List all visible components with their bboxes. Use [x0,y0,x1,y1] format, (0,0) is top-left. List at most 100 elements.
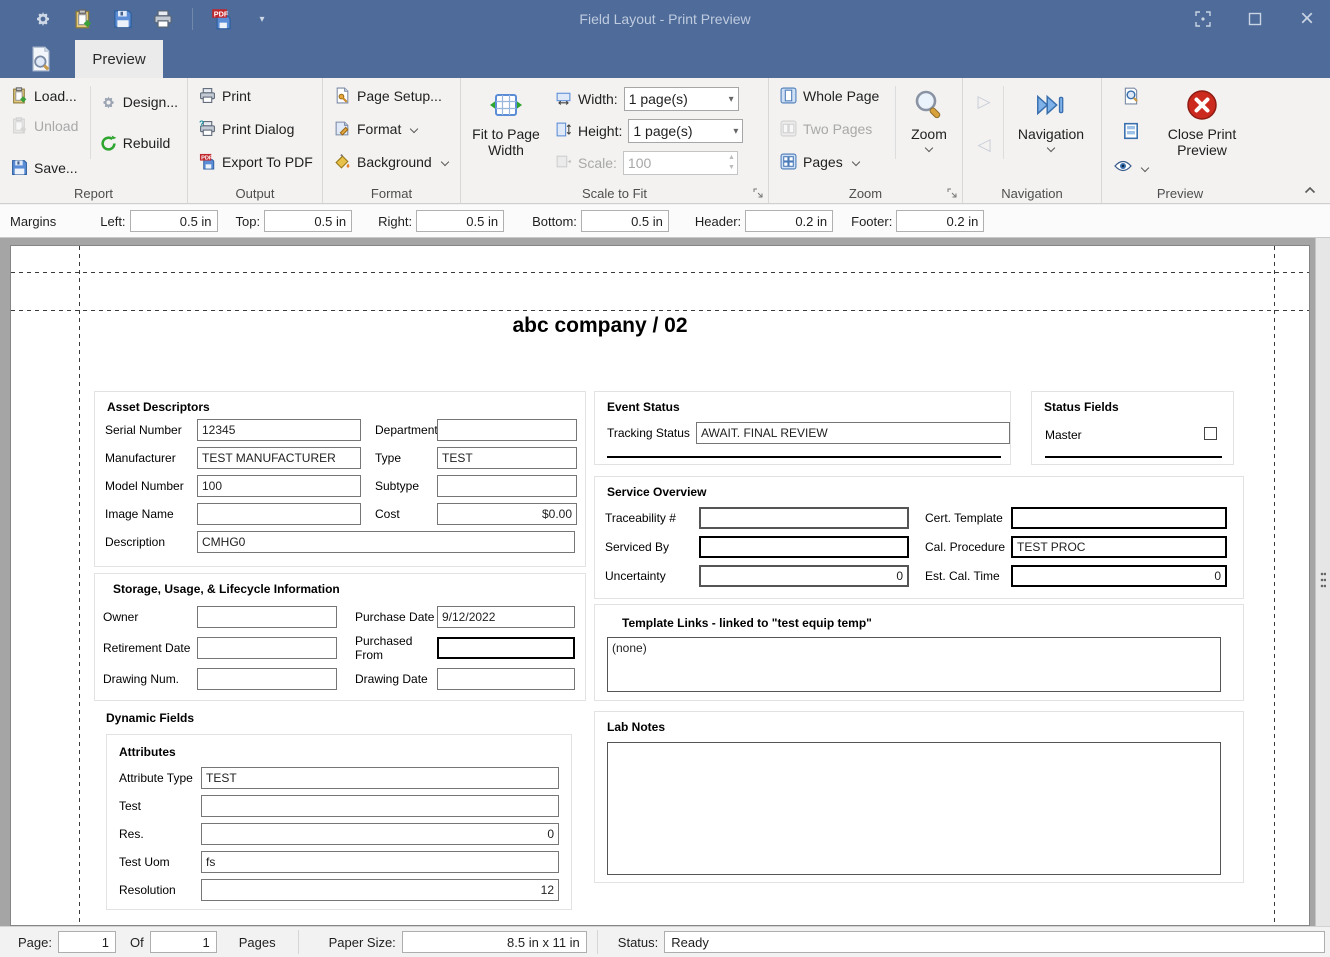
load-clipboard-icon[interactable] [70,6,96,32]
height-label: Height: [578,123,622,139]
width-combobox[interactable]: 1 page(s) ▾ [624,87,739,111]
height-combobox[interactable]: 1 page(s) ▾ [628,119,743,143]
margin-bottom-input[interactable]: 0.5 in [581,210,669,232]
cal-procedure-label: Cal. Procedure [925,540,1011,554]
scale-spinner[interactable]: 100 ▲▼ [623,151,738,175]
zoom-dialog-launcher-icon[interactable] [946,187,959,200]
uncertainty-label: Uncertainty [605,569,699,583]
close-print-preview-button[interactable]: Close Print Preview [1154,82,1250,178]
pages-button[interactable]: Pages [775,148,891,175]
master-label: Master [1045,428,1082,442]
image-name-label: Image Name [105,507,197,521]
design-button[interactable]: Design... [95,89,183,116]
zoom-page-icon [1122,87,1140,108]
format-button[interactable]: Format [329,115,456,142]
margin-header-label: Header: [695,214,741,229]
owner-label: Owner [103,610,197,624]
scale-label: Scale: [578,155,617,171]
load-label: Load... [34,88,77,104]
fit-to-page-width-button[interactable]: Fit to Page Width [467,82,545,178]
master-checkbox[interactable] [1204,427,1217,440]
page-setup-label: Page Setup... [357,88,442,104]
app-menu-button[interactable] [20,42,62,76]
background-button[interactable]: Background [329,148,456,175]
section-template-links: Template Links - linked to "test equip t… [594,604,1244,701]
design-gear-icon [100,94,117,111]
margin-header-input[interactable]: 0.2 in [745,210,833,232]
pdf-save-icon[interactable]: PDF [209,6,235,32]
serial-number-value: 12345 [197,419,361,441]
save-report-button[interactable]: Save... [6,154,86,181]
zoom-page-button[interactable] [1120,84,1142,111]
zoom-button[interactable]: Zoom [900,82,958,178]
fit-window-icon[interactable] [1188,4,1218,34]
rebuild-button[interactable]: Rebuild [95,130,183,157]
pages-dropdown-chevron [851,157,859,165]
navigation-button-label: Navigation [1018,126,1084,142]
previous-page-button[interactable]: ◁ [969,131,999,158]
export-pdf-button[interactable]: PDF Export To PDF [194,148,318,175]
drawing-num-label: Drawing Num. [103,672,197,686]
ribbon-group-format: Page Setup... Format Background Format [323,78,461,203]
paper-size-label: Paper Size: [329,935,396,950]
margin-right-input[interactable]: 0.5 in [416,210,504,232]
margin-top-input[interactable]: 0.5 in [264,210,352,232]
tab-preview[interactable]: Preview [75,40,163,78]
margins-title: Margins [10,214,56,229]
margin-left-input[interactable]: 0.5 in [130,210,218,232]
splitter-grip-icon [1320,572,1326,588]
rebuild-icon [100,135,117,152]
load-button[interactable]: Load... [6,82,86,109]
settings-gear-icon[interactable] [30,6,56,32]
model-number-value: 100 [197,475,361,497]
ribbon-collapse-icon[interactable] [1304,182,1316,197]
section-storage-lifecycle: Storage, Usage, & Lifecycle Information … [94,573,586,701]
status-bar: Page: 1 Of 1 Pages Paper Size: 8.5 in x … [0,926,1330,957]
maximize-icon[interactable] [1240,4,1270,34]
whole-page-button[interactable]: Whole Page [775,82,891,109]
rebuild-label: Rebuild [123,135,170,151]
manufacturer-label: Manufacturer [105,451,197,465]
close-preview-label-1: Close Print [1168,126,1236,142]
navigation-group-divider [1003,86,1004,159]
ribbon-group-report: Load... Unload Save... Design... [0,78,188,203]
save-icon[interactable] [110,6,136,32]
margin-footer-label: Footer: [851,214,892,229]
navigation-button[interactable]: Navigation [1008,82,1094,178]
scale-dialog-launcher-icon[interactable] [752,187,765,200]
print-dialog-button[interactable]: ? Print Dialog [194,115,318,142]
margin-bottom-label: Bottom: [532,214,577,229]
attribute-type-value: TEST [201,767,559,789]
margin-footer-input[interactable]: 0.2 in [896,210,984,232]
two-pages-button[interactable]: Two Pages [775,115,891,142]
lab-notes-title: Lab Notes [607,720,665,734]
scale-group-label: Scale to Fit [461,186,768,201]
width-label: Width: [578,91,618,107]
description-label: Description [105,531,197,553]
format-label: Format [357,121,401,137]
section-lab-notes: Lab Notes [594,711,1244,883]
left-margin-guide [79,246,80,925]
page-number-input[interactable]: 1 [58,931,116,953]
drawing-num-value [197,668,337,690]
ribbon-group-scale: Fit to Page Width Width: 1 page(s) ▾ Hei… [461,78,769,203]
close-icon[interactable]: × [1292,4,1322,34]
print-preview-canvas[interactable]: abc company / 02 Asset Descriptors Seria… [0,238,1330,926]
next-page-button[interactable]: ▷ [969,88,999,115]
preview-group-label: Preview [1102,186,1258,201]
zoom-dropdown-chevron [925,144,933,152]
side-panel-splitter[interactable] [1315,238,1330,926]
visibility-button[interactable] [1112,154,1150,181]
page-setup-button[interactable]: Page Setup... [329,82,456,109]
page-panel-button[interactable] [1120,119,1142,146]
print-button[interactable]: Print [194,82,318,109]
print-quick-icon[interactable] [150,6,176,32]
purchased-from-value [437,637,575,659]
quick-access-dropdown-icon[interactable]: ▾ [249,6,275,32]
ribbon-group-navigation: ▷ ◁ Navigation Navigation [963,78,1102,203]
model-number-label: Model Number [105,479,197,493]
paper-size-value: 8.5 in x 11 in [402,931,587,953]
unload-button[interactable]: Unload [6,112,86,139]
dynamic-fields-title: Dynamic Fields [106,711,194,725]
traceability-label: Traceability # [605,511,699,525]
